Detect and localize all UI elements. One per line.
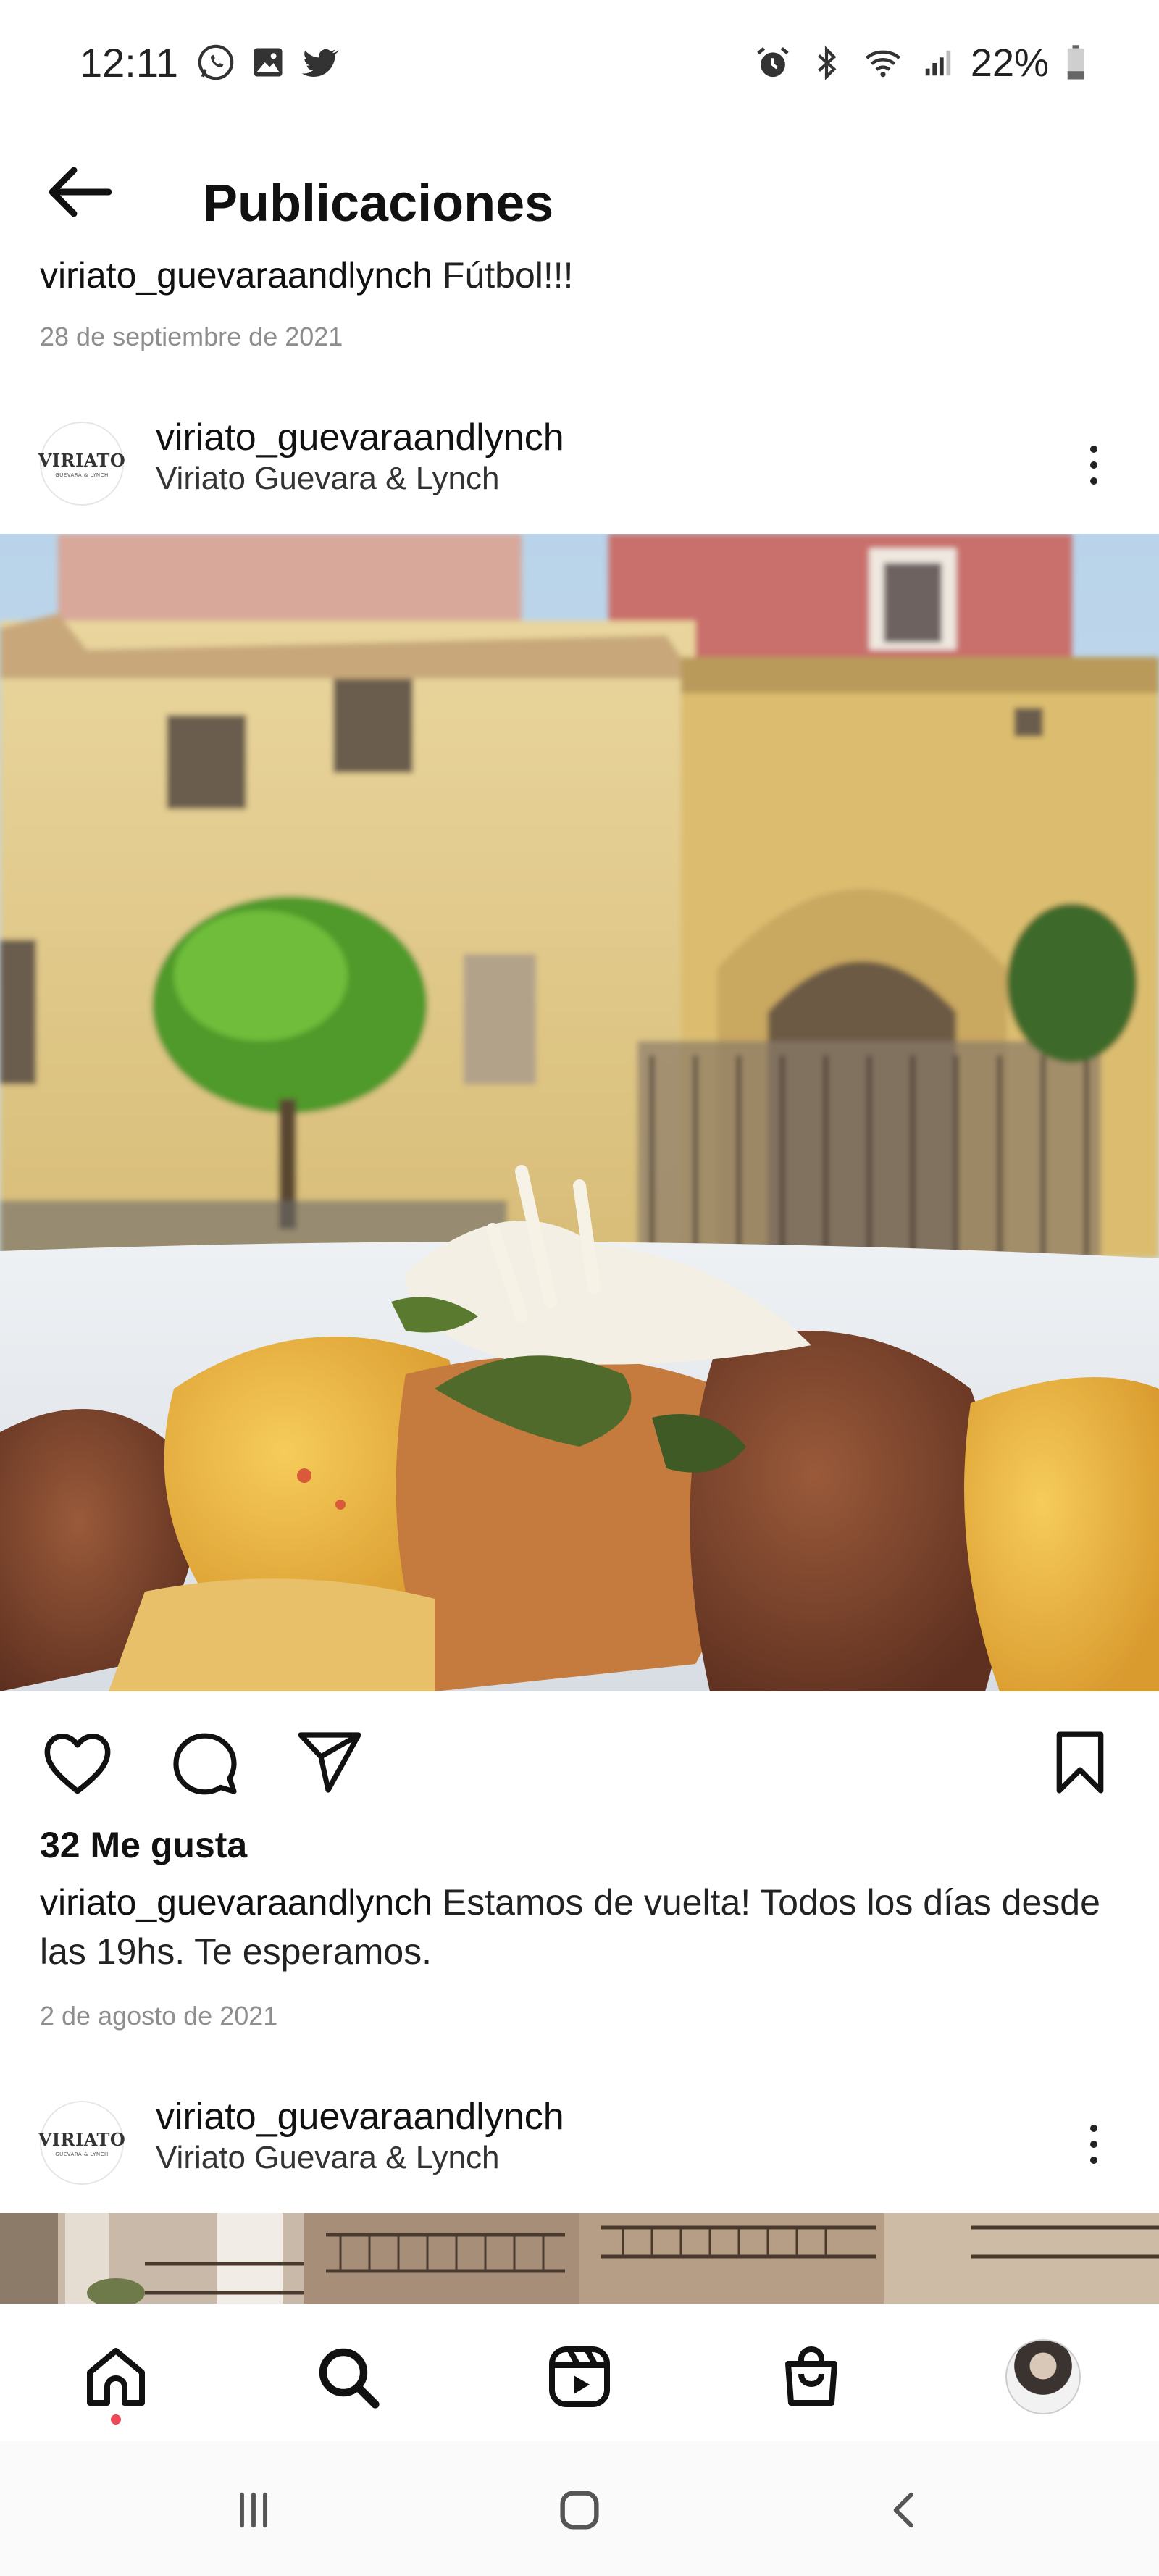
caption-username[interactable]: viriato_guevaraandlynch bbox=[40, 1882, 432, 1923]
avatar-logo-text: VIRIATO bbox=[38, 449, 126, 471]
reels-icon bbox=[549, 2346, 610, 2407]
caption-text: Fútbol!!! bbox=[432, 255, 574, 296]
post-caption: viriato_guevaraandlynch Estamos de vuelt… bbox=[40, 1878, 1119, 1976]
signal-icon bbox=[925, 50, 951, 76]
post-photo bbox=[0, 534, 1159, 1691]
more-options-button[interactable] bbox=[1072, 429, 1116, 501]
previous-post-date: 28 de septiembre de 2021 bbox=[40, 322, 343, 351]
likes-count[interactable]: 32 Me gusta bbox=[40, 1824, 247, 1866]
heart-icon bbox=[44, 1734, 111, 1794]
system-nav bbox=[0, 2441, 1159, 2576]
chevron-left-icon bbox=[893, 2492, 913, 2528]
post-image[interactable] bbox=[0, 534, 1159, 1691]
search-icon bbox=[319, 2348, 380, 2409]
like-button[interactable] bbox=[38, 1723, 117, 1802]
next-post-header: VIRIATO GUEVARA & LYNCH viriato_guevaraa… bbox=[0, 2079, 1159, 2202]
app-header: Publicaciones bbox=[0, 130, 1159, 254]
nav-search[interactable] bbox=[304, 2333, 391, 2420]
home-system-button[interactable] bbox=[536, 2470, 623, 2550]
previous-post-caption: viriato_guevaraandlynch Fútbol!!! bbox=[40, 251, 1119, 300]
comment-icon bbox=[173, 1733, 237, 1795]
status-bar: 12:11 22% bbox=[0, 0, 1159, 130]
whatsapp-icon bbox=[198, 44, 234, 80]
avatar-logo-subtext: GUEVARA & LYNCH bbox=[55, 2151, 109, 2157]
next-post-image[interactable] bbox=[0, 2213, 1159, 2304]
nav-reels[interactable] bbox=[536, 2333, 623, 2420]
bookmark-icon bbox=[1056, 1731, 1104, 1794]
recent-apps-icon bbox=[240, 2492, 267, 2528]
nav-profile[interactable] bbox=[1000, 2333, 1087, 2420]
profile-avatar bbox=[1005, 2339, 1081, 2414]
avatar[interactable]: VIRIATO GUEVARA & LYNCH bbox=[38, 422, 126, 506]
avatar[interactable]: VIRIATO GUEVARA & LYNCH bbox=[38, 2101, 126, 2185]
avatar-logo-subtext: GUEVARA & LYNCH bbox=[55, 472, 109, 478]
shop-icon bbox=[785, 2346, 837, 2406]
avatar-logo-text: VIRIATO bbox=[38, 2128, 126, 2150]
post-actions bbox=[0, 1708, 1159, 1802]
notification-dot bbox=[111, 2414, 121, 2425]
post-header: VIRIATO GUEVARA & LYNCH viriato_guevaraa… bbox=[0, 400, 1159, 523]
post-subtitle[interactable]: Viriato Guevara & Lynch bbox=[156, 461, 499, 497]
home-icon bbox=[87, 2348, 145, 2406]
nav-home[interactable] bbox=[72, 2333, 159, 2420]
post-subtitle[interactable]: Viriato Guevara & Lynch bbox=[156, 2140, 499, 2176]
caption-username[interactable]: viriato_guevaraandlynch bbox=[40, 255, 432, 296]
status-time: 12:11 bbox=[80, 40, 178, 85]
comment-button[interactable] bbox=[165, 1723, 245, 1802]
back-system-button[interactable] bbox=[862, 2470, 949, 2550]
post-date: 2 de agosto de 2021 bbox=[40, 2001, 278, 2031]
share-button[interactable] bbox=[290, 1723, 369, 1802]
back-arrow-icon bbox=[49, 167, 112, 217]
page-title: Publicaciones bbox=[203, 175, 554, 233]
home-square-icon bbox=[560, 2491, 599, 2530]
bottom-nav bbox=[0, 2304, 1159, 2441]
gallery-icon bbox=[254, 48, 283, 77]
battery-icon bbox=[1067, 45, 1084, 80]
next-post-photo bbox=[0, 2213, 1159, 2304]
more-options-button[interactable] bbox=[1072, 2108, 1116, 2180]
alarm-icon bbox=[757, 47, 789, 78]
nav-shop[interactable] bbox=[768, 2333, 855, 2420]
wifi-icon bbox=[865, 50, 900, 78]
send-icon bbox=[298, 1732, 361, 1793]
twitter-icon bbox=[301, 49, 339, 78]
back-button[interactable] bbox=[40, 152, 120, 232]
save-button[interactable] bbox=[1040, 1723, 1120, 1802]
recent-apps-button[interactable] bbox=[210, 2470, 297, 2550]
post-username[interactable]: viriato_guevaraandlynch bbox=[156, 2095, 564, 2138]
post-username[interactable]: viriato_guevaraandlynch bbox=[156, 416, 564, 459]
bluetooth-icon bbox=[818, 46, 837, 80]
battery-percent: 22% bbox=[970, 41, 1049, 85]
